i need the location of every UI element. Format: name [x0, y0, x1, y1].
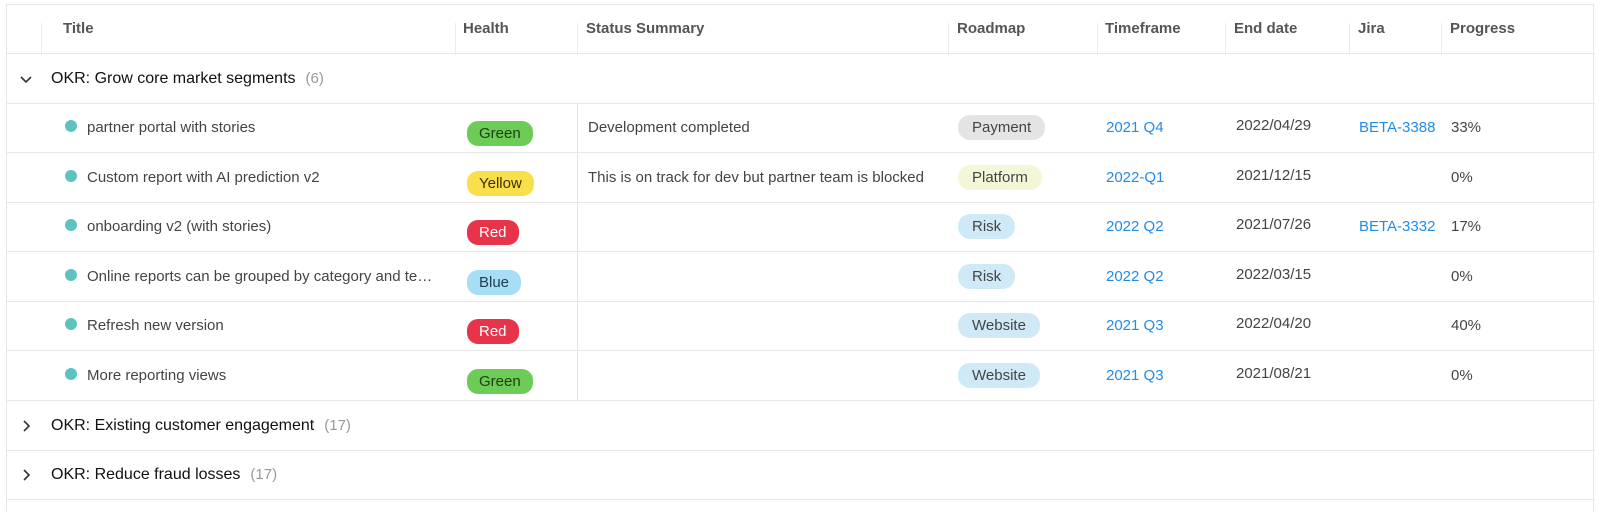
health-badge[interactable]: Red: [467, 220, 519, 245]
health-badge[interactable]: Blue: [467, 270, 522, 295]
progress-value: 0%: [1451, 169, 1473, 186]
table-row[interactable]: onboarding v2 (with stories) Red Risk 20…: [7, 202, 1595, 252]
group-row[interactable]: OKR: Grow core market segments (6): [7, 54, 1595, 104]
column-header-progress[interactable]: Progress: [1450, 5, 1570, 54]
timeframe-link[interactable]: 2022 Q2: [1106, 218, 1164, 235]
roadmap-tag[interactable]: Risk: [958, 264, 1016, 289]
column-header-roadmap[interactable]: Roadmap: [957, 5, 1097, 54]
item-title[interactable]: More reporting views: [87, 367, 226, 384]
group-title: OKR: Reduce fraud losses: [51, 465, 241, 483]
roadmap-tag[interactable]: Platform: [958, 165, 1042, 190]
end-date[interactable]: 2022/04/29: [1236, 117, 1311, 134]
column-divider: [577, 301, 578, 350]
progress-value: 0%: [1451, 367, 1473, 384]
column-header-status-summary[interactable]: Status Summary: [586, 5, 946, 54]
item-title[interactable]: Custom report with AI prediction v2: [87, 169, 320, 186]
end-date[interactable]: 2022/04/20: [1236, 315, 1311, 332]
column-divider: [577, 202, 578, 251]
item-title[interactable]: Online reports can be grouped by categor…: [87, 268, 432, 285]
status-dot-icon: [65, 268, 77, 281]
timeframe-link[interactable]: 2022 Q2: [1106, 268, 1164, 285]
progress-value: 40%: [1451, 317, 1482, 334]
column-separator: [1097, 23, 1098, 55]
status-dot-icon: [65, 119, 77, 132]
chevron-down-icon[interactable]: [19, 72, 33, 86]
timeframe-link[interactable]: 2021 Q4: [1106, 119, 1164, 136]
health-badge[interactable]: Red: [467, 319, 519, 344]
jira-link[interactable]: BETA-3332: [1359, 218, 1435, 235]
end-date[interactable]: 2022/03/15: [1236, 266, 1311, 283]
health-badge[interactable]: Green: [467, 369, 533, 394]
column-divider: [577, 351, 578, 400]
column-separator: [1441, 23, 1442, 55]
end-date[interactable]: 2021/12/15: [1236, 167, 1311, 184]
chevron-right-icon[interactable]: [19, 419, 33, 433]
progress-value: 0%: [1451, 268, 1473, 285]
table-row[interactable]: partner portal with stories Green Develo…: [7, 103, 1595, 153]
item-title[interactable]: Refresh new version: [87, 317, 224, 334]
column-divider: [577, 153, 578, 202]
column-separator: [577, 23, 578, 55]
status-dot-icon: [65, 317, 77, 330]
column-divider: [577, 252, 578, 301]
column-header-end-date[interactable]: End date: [1234, 5, 1349, 54]
roadmap-tag[interactable]: Website: [958, 363, 1040, 388]
table-row[interactable]: Refresh new version Red Website 2021 Q3 …: [7, 301, 1595, 351]
item-title[interactable]: partner portal with stories: [87, 119, 255, 136]
column-divider: [577, 103, 578, 152]
chevron-right-icon[interactable]: [19, 468, 33, 482]
table-header: Title Health Status Summary Roadmap Time…: [7, 5, 1595, 55]
column-header-health[interactable]: Health: [463, 5, 573, 54]
status-summary[interactable]: This is on track for dev but partner tea…: [588, 169, 924, 186]
progress-value: 33%: [1451, 119, 1482, 136]
table-row[interactable]: Custom report with AI prediction v2 Yell…: [7, 153, 1595, 203]
jira-link[interactable]: BETA-3388: [1359, 119, 1435, 136]
end-date[interactable]: 2021/07/26: [1236, 216, 1311, 233]
column-separator: [948, 23, 949, 55]
okr-table: Title Health Status Summary Roadmap Time…: [6, 4, 1595, 512]
group-title: OKR: Grow core market segments: [51, 69, 296, 87]
table-row[interactable]: Online reports can be grouped by categor…: [7, 252, 1595, 302]
status-dot-icon: [65, 169, 77, 182]
group-count: (17): [324, 417, 351, 434]
column-separator: [455, 23, 456, 55]
column-separator: [1349, 23, 1350, 55]
timeframe-link[interactable]: 2022-Q1: [1106, 169, 1164, 186]
group-count: (6): [305, 70, 324, 87]
health-badge[interactable]: Yellow: [467, 171, 534, 196]
status-dot-icon: [65, 367, 77, 380]
status-dot-icon: [65, 218, 77, 231]
column-separator: [41, 23, 42, 55]
column-header-timeframe[interactable]: Timeframe: [1105, 5, 1225, 54]
progress-value: 17%: [1451, 218, 1482, 235]
end-date[interactable]: 2021/08/21: [1236, 365, 1311, 382]
group-row[interactable]: OKR: Reduce fraud losses (17): [7, 450, 1595, 500]
column-separator: [1225, 23, 1226, 55]
status-summary[interactable]: Development completed: [588, 119, 750, 136]
timeframe-link[interactable]: 2021 Q3: [1106, 367, 1164, 384]
timeframe-link[interactable]: 2021 Q3: [1106, 317, 1164, 334]
roadmap-tag[interactable]: Risk: [958, 214, 1016, 239]
group-row[interactable]: OKR: Existing customer engagement (17): [7, 401, 1595, 451]
group-count: (17): [250, 466, 278, 483]
roadmap-tag[interactable]: Payment: [958, 115, 1046, 140]
column-header-title[interactable]: Title: [63, 5, 443, 54]
health-badge[interactable]: Green: [467, 121, 533, 146]
table-row[interactable]: More reporting views Green Website 2021 …: [7, 351, 1595, 401]
group-title: OKR: Existing customer engagement: [51, 416, 315, 434]
roadmap-tag[interactable]: Website: [958, 313, 1040, 338]
column-header-jira[interactable]: Jira: [1358, 5, 1438, 54]
item-title[interactable]: onboarding v2 (with stories): [87, 218, 271, 235]
